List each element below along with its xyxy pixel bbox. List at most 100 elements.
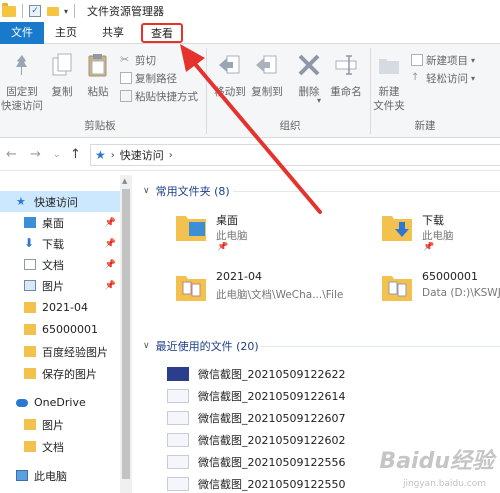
new-folder-label-line2: 文件夹 bbox=[373, 100, 405, 112]
cut-button[interactable]: ✂ 剪切 bbox=[120, 52, 156, 68]
pin-icon[interactable]: 📌 bbox=[105, 218, 116, 228]
sidebar-item-label: 保存的图片 bbox=[42, 367, 97, 381]
copy-button[interactable]: 复制 bbox=[46, 52, 78, 99]
copy-to-label: 复制到 bbox=[251, 86, 283, 98]
pin-to-quick-access-button[interactable]: 固定到 快速访问 bbox=[0, 52, 44, 113]
watermark-logo: Baidu经验 bbox=[379, 449, 494, 474]
sidebar-item-documents[interactable]: 文档 📌 bbox=[0, 254, 120, 275]
downloads-folder-icon[interactable] bbox=[381, 212, 413, 242]
new-folder-button[interactable]: 新建 文件夹 bbox=[372, 52, 406, 113]
separator bbox=[22, 4, 23, 18]
chevron-down-icon[interactable]: ▾ bbox=[64, 7, 68, 16]
up-arrow-icon[interactable]: ↑ bbox=[70, 147, 81, 162]
sidebar-item-label: 2021-04 bbox=[42, 301, 88, 314]
sidebar-item-quick-access[interactable]: ★ 快速访问 bbox=[0, 191, 120, 212]
sidebar-item-desktop[interactable]: 桌面 📌 bbox=[0, 212, 120, 233]
breadcrumb-separator-icon[interactable]: › bbox=[111, 150, 115, 161]
pin-label-line1: 固定到 bbox=[6, 86, 38, 98]
sidebar-item-saved-pictures[interactable]: 保存的图片 bbox=[0, 363, 120, 384]
sidebar-item-baidu-pictures[interactable]: 百度经验图片 bbox=[0, 341, 120, 362]
breadcrumb-location[interactable]: 快速访问 bbox=[120, 147, 164, 163]
new-folder-label-line1: 新建 bbox=[378, 86, 400, 98]
copy-path-button[interactable]: 复制路径 bbox=[120, 70, 177, 86]
group-label-new: 新建 bbox=[414, 120, 436, 132]
delete-dropdown-icon[interactable]: ▾ bbox=[314, 94, 324, 108]
folder-name[interactable]: 桌面 bbox=[216, 212, 238, 228]
back-arrow-icon[interactable]: ← bbox=[6, 147, 17, 162]
paste-label: 粘贴 bbox=[87, 86, 109, 98]
list-item[interactable]: 微信截图_20210509122550 bbox=[167, 473, 345, 493]
section-divider bbox=[261, 346, 500, 347]
folder-icon bbox=[24, 302, 36, 313]
list-item[interactable]: 微信截图_20210509122614 bbox=[167, 385, 345, 406]
tab-file[interactable]: 文件 bbox=[0, 22, 44, 44]
folder-icon bbox=[2, 2, 16, 17]
delete-button[interactable]: 删除 bbox=[292, 52, 326, 99]
chevron-down-icon[interactable]: ∨ bbox=[143, 341, 150, 351]
sidebar-item-label: 图片 bbox=[42, 279, 64, 293]
move-to-button[interactable]: 移动到 bbox=[212, 52, 248, 99]
sidebar-scrollbar[interactable]: ▲ bbox=[120, 175, 132, 493]
sidebar-item-label: 文档 bbox=[42, 258, 64, 272]
star-icon: ★ bbox=[95, 148, 106, 162]
folder-name[interactable]: 65000001 bbox=[422, 270, 478, 283]
file-name: 微信截图_20210509122556 bbox=[198, 455, 346, 469]
copy-to-button[interactable]: 复制到 bbox=[249, 52, 285, 99]
paste-button[interactable]: 粘贴 bbox=[82, 52, 114, 99]
scroll-up-icon[interactable]: ▲ bbox=[122, 177, 127, 185]
scrollbar-thumb[interactable] bbox=[122, 189, 130, 479]
desktop-folder-icon[interactable] bbox=[175, 212, 207, 242]
delete-x-icon bbox=[298, 54, 320, 76]
sidebar-item-onedrive-pictures[interactable]: 图片 bbox=[0, 414, 120, 435]
easy-access-button[interactable]: ↑ 轻松访问 ▾ bbox=[411, 70, 475, 86]
pin-icon[interactable]: 📌 bbox=[105, 239, 116, 249]
new-folder-small-icon[interactable] bbox=[47, 6, 59, 16]
folder-65000001-icon[interactable] bbox=[381, 272, 413, 302]
folder-name[interactable]: 2021-04 bbox=[216, 270, 262, 283]
folder-name[interactable]: 下载 bbox=[422, 212, 444, 228]
navigation-bar: ← → ⌄ ↑ ★ › 快速访问 › bbox=[0, 139, 500, 171]
pin-icon[interactable]: 📌 bbox=[105, 281, 116, 291]
sidebar-item-onedrive[interactable]: OneDrive bbox=[0, 392, 120, 413]
new-item-button[interactable]: 新建项目 ▾ bbox=[411, 52, 475, 68]
tab-share[interactable]: 共享 bbox=[88, 22, 138, 44]
sidebar-item-65000001[interactable]: 65000001 bbox=[0, 319, 120, 340]
tab-view[interactable]: 查看 bbox=[141, 23, 183, 43]
folder-location: 此电脑\文档\WeCha...\File bbox=[216, 289, 344, 301]
title-bar: ✓ ▾ 文件资源管理器 bbox=[0, 0, 500, 22]
folder-2021-04-icon[interactable] bbox=[175, 272, 207, 302]
frequent-folders-title: 常用文件夹 (8) bbox=[155, 185, 230, 198]
paste-shortcut-button[interactable]: 粘贴快捷方式 bbox=[120, 88, 198, 104]
pin-icon[interactable]: 📌 bbox=[105, 260, 116, 270]
frequent-folders-header[interactable]: ∨ 常用文件夹 (8) bbox=[143, 183, 230, 199]
sidebar-item-this-pc[interactable]: 此电脑 bbox=[0, 465, 120, 486]
document-icon bbox=[24, 259, 36, 270]
sidebar-item-onedrive-documents[interactable]: 文档 bbox=[0, 436, 120, 457]
breadcrumb-separator-icon[interactable]: › bbox=[169, 150, 173, 161]
folder-location: 此电脑 bbox=[216, 230, 248, 242]
download-icon: ⬇ bbox=[24, 236, 35, 250]
rename-button[interactable]: 重命名 bbox=[326, 52, 366, 99]
forward-arrow-icon[interactable]: → bbox=[30, 147, 41, 162]
sidebar-item-pictures[interactable]: 图片 📌 bbox=[0, 275, 120, 296]
tab-home[interactable]: 主页 bbox=[44, 22, 88, 44]
chevron-down-icon[interactable]: ∨ bbox=[143, 186, 150, 196]
list-item[interactable]: 微信截图_20210509122607 bbox=[167, 407, 345, 428]
list-item[interactable]: 微信截图_20210509122622 bbox=[167, 363, 345, 384]
sidebar-item-2021-04[interactable]: 2021-04 bbox=[0, 297, 120, 318]
group-label-organize: 组织 bbox=[279, 120, 301, 132]
list-item[interactable]: 微信截图_20210509122556 bbox=[167, 451, 345, 472]
sidebar-item-downloads[interactable]: ⬇ 下载 📌 bbox=[0, 233, 120, 254]
copy-icon bbox=[52, 53, 72, 76]
file-name: 微信截图_20210509122614 bbox=[198, 389, 346, 403]
ribbon-tabs: 文件 主页 共享 查看 bbox=[0, 22, 500, 44]
cloud-icon bbox=[16, 398, 28, 407]
image-file-icon bbox=[167, 366, 189, 381]
file-name: 微信截图_20210509122607 bbox=[198, 411, 346, 425]
recent-locations-icon[interactable]: ⌄ bbox=[53, 150, 61, 160]
recent-files-header[interactable]: ∨ 最近使用的文件 (20) bbox=[143, 338, 259, 354]
address-bar[interactable]: ★ › 快速访问 › bbox=[90, 144, 500, 166]
list-item[interactable]: 微信截图_20210509122602 bbox=[167, 429, 345, 450]
properties-check-icon[interactable]: ✓ bbox=[29, 5, 41, 17]
folder-icon bbox=[24, 368, 36, 379]
